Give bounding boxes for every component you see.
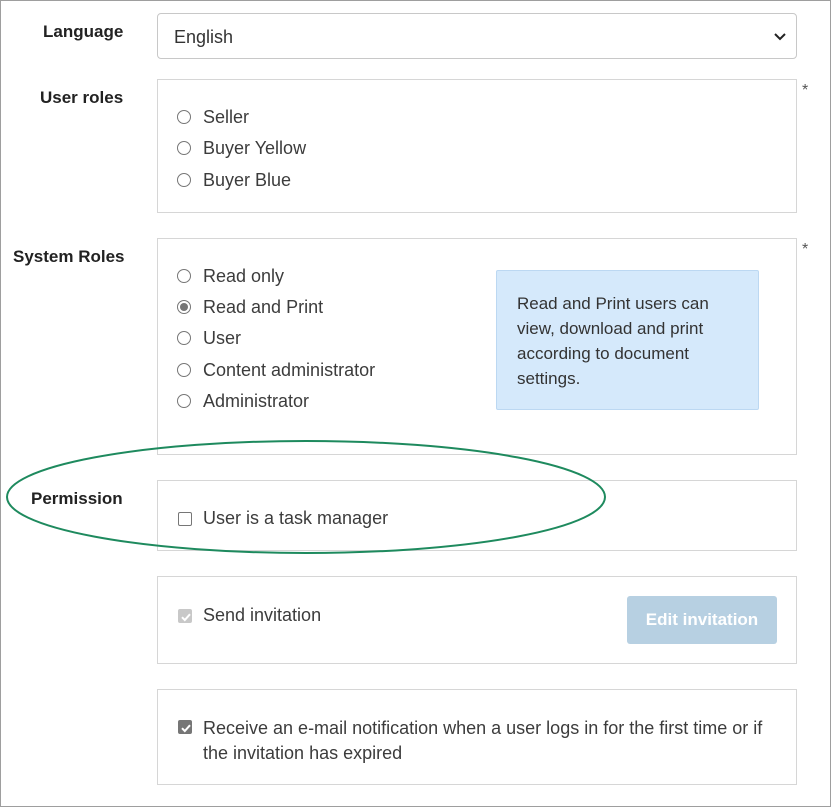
permission-label: Permission xyxy=(31,489,123,508)
option-administrator-label: Administrator xyxy=(203,391,310,411)
user-roles-label: User roles xyxy=(40,88,124,107)
notification-label: Receive an e-mail notification when a us… xyxy=(203,718,763,763)
radio-buyer-blue[interactable] xyxy=(177,173,191,187)
option-read-only-label: Read only xyxy=(203,266,285,286)
language-label: Language xyxy=(43,22,124,41)
checkmark-icon xyxy=(181,613,191,622)
option-read-and-print-label: Read and Print xyxy=(203,297,324,317)
language-select-value: English xyxy=(174,27,234,47)
radio-read-and-print[interactable] xyxy=(177,300,191,314)
radio-user[interactable] xyxy=(177,331,191,345)
edit-invitation-button[interactable]: Edit invitation xyxy=(627,596,777,644)
radio-administrator[interactable] xyxy=(177,394,191,408)
send-invitation-checkbox[interactable] xyxy=(178,609,192,623)
role-info-box: Read and Print users can view, download … xyxy=(496,270,759,410)
send-invitation-label: Send invitation xyxy=(203,605,322,625)
language-select[interactable]: English xyxy=(157,13,797,59)
role-info-text: Read and Print users can view, download … xyxy=(517,294,709,388)
system-roles-label: System Roles xyxy=(13,247,125,266)
option-seller-label: Seller xyxy=(203,107,250,127)
option-buyer-yellow-label: Buyer Yellow xyxy=(203,138,307,158)
notification-checkbox[interactable] xyxy=(178,720,192,734)
option-user-label: User xyxy=(203,328,242,348)
checkmark-icon xyxy=(181,724,191,733)
radio-buyer-yellow[interactable] xyxy=(177,141,191,155)
radio-seller[interactable] xyxy=(177,110,191,124)
option-buyer-blue-label: Buyer Blue xyxy=(203,170,292,190)
task-manager-label: User is a task manager xyxy=(203,508,389,528)
radio-read-only[interactable] xyxy=(177,269,191,283)
user-roles-required-mark: * xyxy=(802,82,809,99)
system-roles-required-mark: * xyxy=(802,241,809,258)
radio-content-administrator[interactable] xyxy=(177,363,191,377)
option-content-administrator-label: Content administrator xyxy=(203,360,376,380)
task-manager-checkbox[interactable] xyxy=(178,512,192,526)
chevron-down-icon xyxy=(774,33,786,41)
